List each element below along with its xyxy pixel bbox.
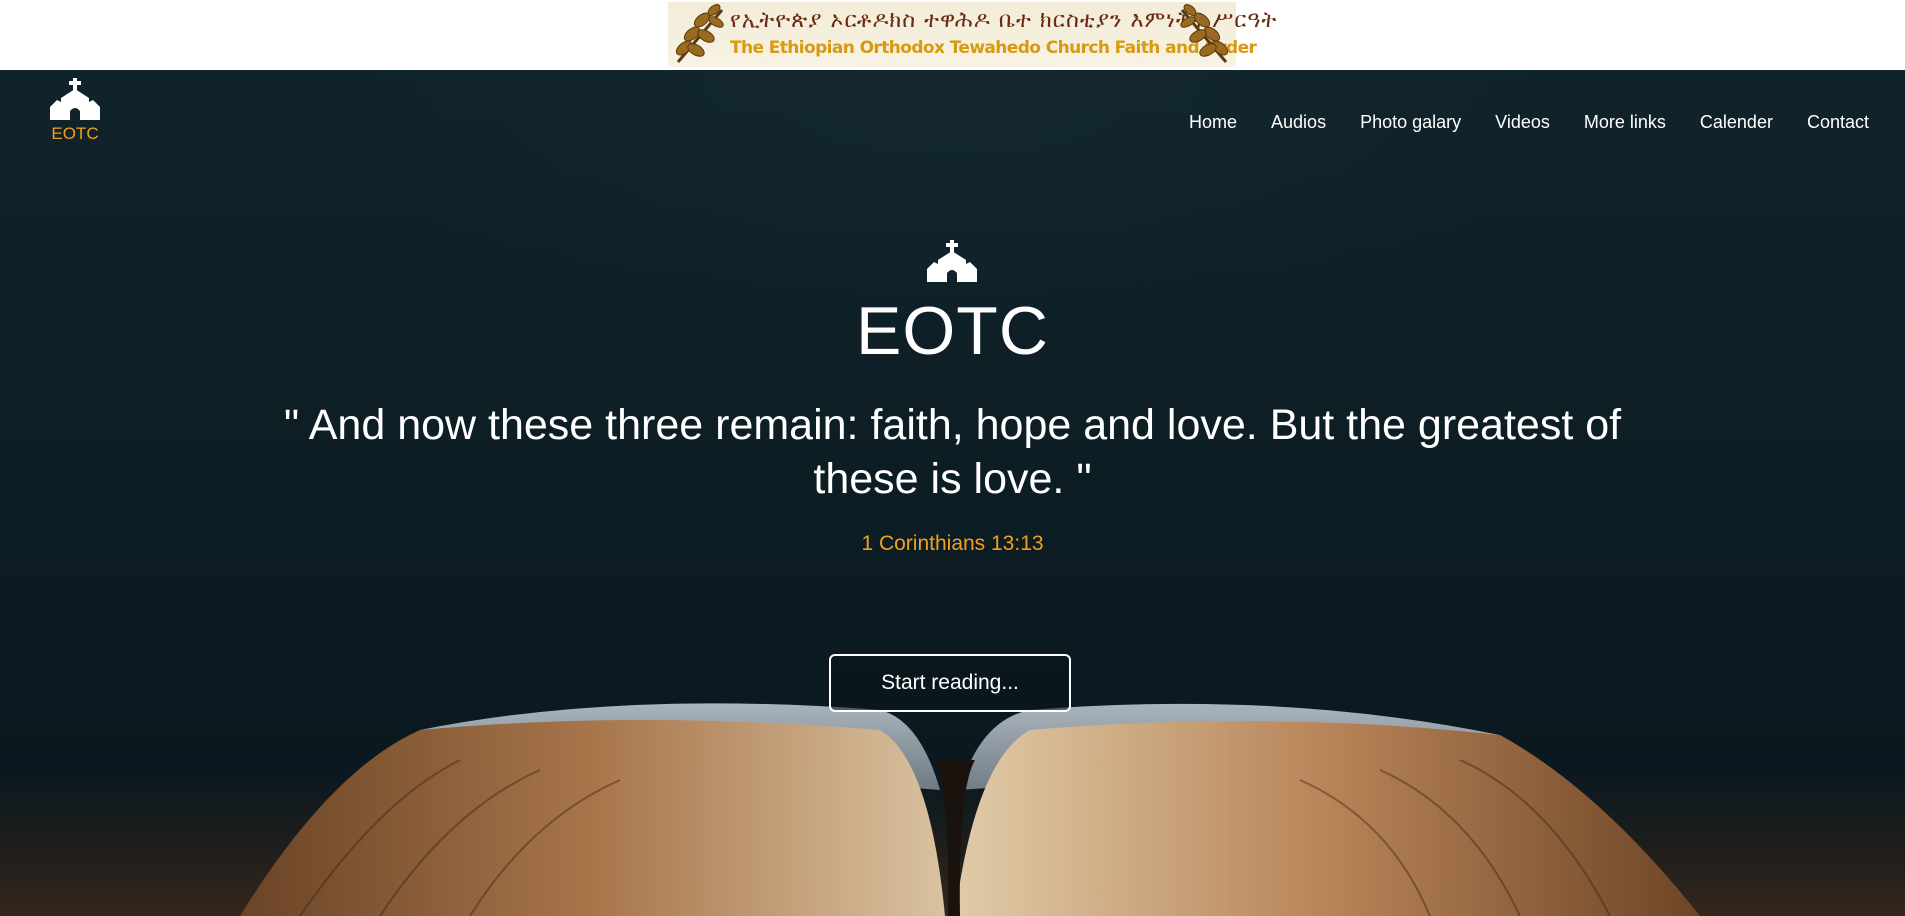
hero-quote: " And now these three remain: faith, hop… <box>283 401 1622 503</box>
nav-audios[interactable]: Audios <box>1271 112 1326 133</box>
site-logo[interactable]: EOTC <box>44 78 106 144</box>
olive-branch-icon <box>1180 4 1229 63</box>
church-icon <box>50 78 100 120</box>
banner-amharic-text: የኢትዮጵያ ኦርቶዶክስ ተዋሕዶ ቤተ ክርስቲያን እምነትና ሥርዓት <box>730 8 1278 33</box>
start-reading-button[interactable]: Start reading... <box>829 654 1071 712</box>
top-banner: የኢትዮጵያ ኦርቶዶክስ ተዋሕዶ ቤተ ክርስቲያን እምነትና ሥርዓት … <box>0 0 1905 70</box>
nav-contact[interactable]: Contact <box>1807 112 1869 133</box>
church-icon <box>927 240 977 282</box>
hero-section: EOTC Home Audios Photo galary Videos Mor… <box>0 70 1905 916</box>
quote-citation: 1 Corinthians 13:13 <box>861 532 1044 555</box>
main-nav: Home Audios Photo galary Videos More lin… <box>1155 112 1869 133</box>
banner-image: የኢትዮጵያ ኦርቶዶክስ ተዋሕዶ ቤተ ክርስቲያን እምነትና ሥርዓት … <box>668 2 1278 67</box>
nav-videos[interactable]: Videos <box>1495 112 1550 133</box>
nav-photo-galary[interactable]: Photo galary <box>1360 112 1461 133</box>
logo-text[interactable]: EOTC <box>44 124 106 144</box>
nav-home[interactable]: Home <box>1189 112 1237 133</box>
olive-branch-icon <box>675 4 724 63</box>
banner-english-text: The Ethiopian Orthodox Tewahedo Church F… <box>730 38 1257 58</box>
nav-calender[interactable]: Calender <box>1700 112 1773 133</box>
hero-title: EOTC <box>856 293 1049 369</box>
nav-more-links[interactable]: More links <box>1584 112 1666 133</box>
